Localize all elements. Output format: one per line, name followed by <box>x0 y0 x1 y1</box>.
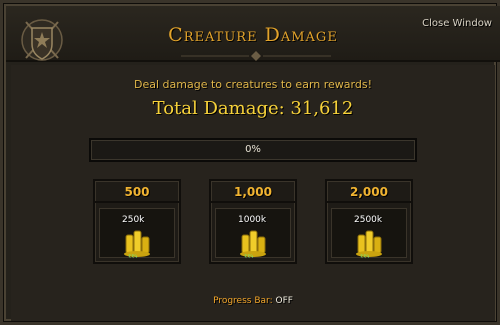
reward-amount: 2500k <box>354 215 383 225</box>
reward-amount: 1000k <box>238 215 267 225</box>
progress-bar-toggle-label: Progress Bar: <box>213 296 273 306</box>
progress-bar-toggle-value[interactable]: OFF <box>275 296 292 306</box>
total-damage: Total Damage: 31,612 <box>152 98 354 119</box>
reward-tier: 1,000 ११५ 1000k <box>209 179 297 264</box>
content-panel: Deal damage to creatures to earn rewards… <box>11 65 495 321</box>
window-header: Creature Damage Close Window <box>6 6 500 62</box>
reward-slot[interactable]: ११५ 250k <box>99 208 175 259</box>
tier-threshold: 500 <box>95 181 179 203</box>
tier-threshold: 2,000 <box>327 181 411 203</box>
progress-bar: 0% <box>89 138 417 162</box>
progress-bar-toggle: Progress Bar: OFF <box>11 296 495 306</box>
svg-text:११५: ११५ <box>360 253 369 259</box>
reward-slot[interactable]: ११५ 2500k <box>331 208 407 259</box>
reward-amount: 250k <box>122 215 145 225</box>
progress-bar-text: 0% <box>245 144 261 155</box>
close-window-button[interactable]: Close Window <box>422 18 492 29</box>
tier-threshold: 1,000 <box>211 181 295 203</box>
reward-slot[interactable]: ११५ 1000k <box>215 208 291 259</box>
svg-text:११५: ११५ <box>244 253 253 259</box>
title-ornament <box>181 51 331 61</box>
intro-text: Deal damage to creatures to earn rewards… <box>134 78 372 91</box>
reward-tier: 2,000 ११५ 2500k <box>325 179 413 264</box>
svg-text:११५: ११५ <box>128 253 137 259</box>
creature-damage-window: Creature Damage Close Window Deal damage… <box>0 0 500 325</box>
reward-tier: 500 ११५ 250k <box>93 179 181 264</box>
